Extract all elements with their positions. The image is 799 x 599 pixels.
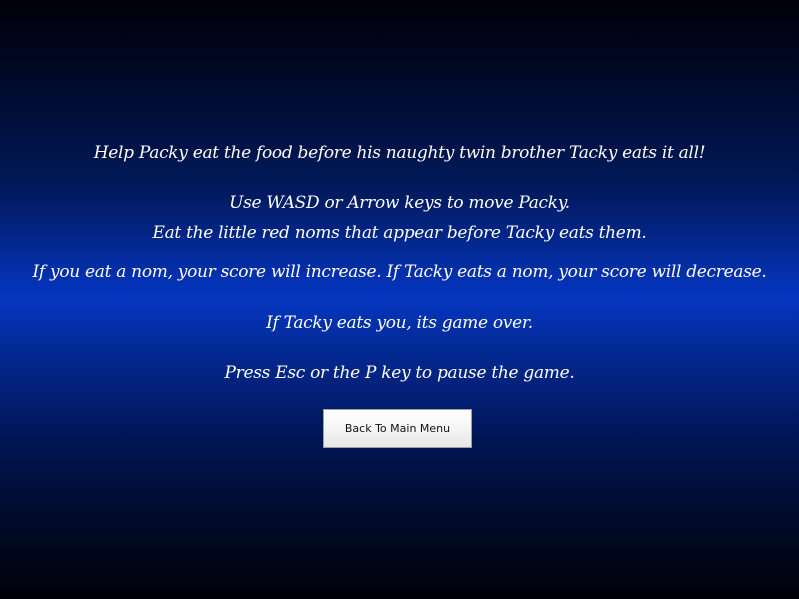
controls-text: Use WASD or Arrow keys to move Packy.: [229, 193, 570, 213]
goal-text: Eat the little red noms that appear befo…: [152, 223, 647, 243]
help-screen: Help Packy eat the food before his naugh…: [0, 0, 799, 599]
back-to-main-menu-button[interactable]: Back To Main Menu: [323, 409, 472, 448]
scoring-text: If you eat a nom, your score will increa…: [32, 262, 767, 282]
intro-text: Help Packy eat the food before his naugh…: [93, 143, 706, 163]
game-over-text: If Tacky eats you, its game over.: [266, 313, 533, 333]
pause-text: Press Esc or the P key to pause the game…: [224, 363, 575, 383]
